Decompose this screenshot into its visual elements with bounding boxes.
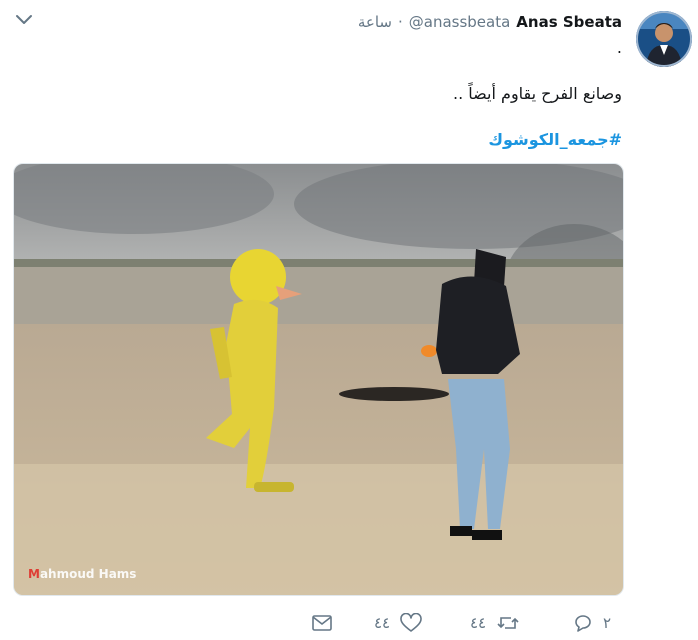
retweet-action[interactable]: ٤٤ [470, 610, 520, 636]
photo-watermark: Mahmoud Hams [28, 567, 136, 581]
envelope-icon[interactable] [311, 613, 333, 633]
author-handle[interactable]: @anassbeata [409, 13, 511, 31]
tweet-text-line-2: وصانع الفرح يقاوم أيضاً .. [453, 84, 622, 103]
tweet-text-line-1: . [616, 38, 622, 57]
retweet-icon[interactable] [496, 613, 520, 633]
tweet-header: Anas Sbeata @anassbeata · ساعة [358, 12, 622, 32]
retweet-count: ٤٤ [470, 614, 487, 632]
tweet-photo[interactable]: Mahmoud Hams [13, 163, 624, 596]
watermark-prefix: M [28, 567, 40, 581]
reply-icon[interactable] [573, 613, 593, 633]
author-name[interactable]: Anas Sbeata [516, 13, 622, 31]
reply-count: ٢ [603, 614, 612, 632]
watermark-text: ahmoud Hams [39, 567, 137, 581]
hashtag-link[interactable]: #جمعه_الكوشوك [488, 130, 622, 149]
reply-action[interactable]: ٢ [573, 610, 611, 636]
like-action[interactable]: ٤٤ [374, 610, 422, 636]
header-separator: · [397, 13, 403, 31]
tweet-timestamp[interactable]: ساعة [358, 13, 392, 31]
chevron-down-icon[interactable] [14, 12, 34, 28]
photo-illustration [14, 164, 623, 595]
direct-message-action[interactable] [311, 610, 333, 636]
like-count: ٤٤ [374, 614, 391, 632]
author-avatar[interactable] [636, 11, 692, 67]
heart-icon[interactable] [400, 613, 422, 633]
